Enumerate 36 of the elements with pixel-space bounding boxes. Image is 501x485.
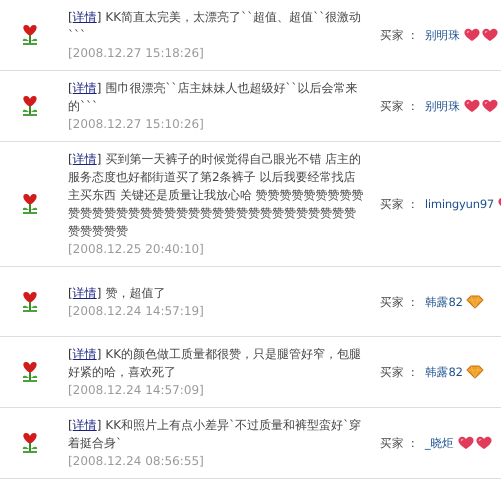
buyer-label: 买家 ：: [380, 294, 419, 310]
buyer-name-link[interactable]: 别明珠: [424, 26, 460, 44]
buyer-name-link[interactable]: limingyun97: [424, 195, 494, 213]
buyer-name-link[interactable]: 韩露82: [424, 292, 463, 310]
details-link[interactable]: 详情: [72, 81, 97, 95]
flower-icon: [20, 24, 40, 46]
review-text: [详情] KK的颜色做工质量都很赞，只是腿管好窄，包腿好紧的哈，喜欢死了: [68, 346, 362, 381]
buyer-name-link[interactable]: 别明珠: [424, 97, 460, 115]
review-text: [详情] KK简直太完美，太漂亮了``超值、超值``很激动```: [68, 9, 362, 44]
review-time: [2008.12.24 14:57:09]: [68, 382, 205, 399]
details-link[interactable]: 详情: [72, 418, 97, 432]
flower-icon: [20, 432, 40, 454]
details-link[interactable]: 详情: [72, 10, 97, 24]
review-time: [2008.12.24 14:57:19]: [68, 302, 205, 320]
review-time: [2008.12.25 20:40:10]: [68, 241, 205, 258]
flower-icon: [20, 193, 40, 215]
review-time: [2008.12.27 15:10:26]: [68, 116, 205, 133]
details-link[interactable]: 详情: [72, 347, 97, 361]
buyer-name-link[interactable]: 韩露82: [424, 363, 463, 381]
buyer-label: 买家 ：: [380, 27, 419, 44]
review-text: [详情] KK和照片上有点小差异`不过质量和裤型蛮好`穿着挺合身`: [68, 417, 362, 452]
details-link[interactable]: 详情: [72, 152, 97, 166]
buyer-label: 买家 ：: [380, 364, 419, 381]
review-text: [详情] 买到第一天裤子的时候觉得自己眼光不错 店主的服务态度也好都街道买了第2条裤子 以后我要经常找店主买东西 关键还是质量让我放心哈 赞赞赞赞赞赞赞赞赞赞赞赞赞赞赞赞赞赞赞赞赞赞赞赞赞赞赞赞赞赞赞赞赞赞赞赞赞赞: [68, 151, 365, 240]
buyer-label: 买家 ：: [380, 196, 419, 213]
flower-icon: [20, 361, 40, 383]
buyer-name-link[interactable]: _晓炬: [424, 434, 454, 452]
review-text: [详情] 赞，超值了: [68, 284, 166, 302]
flower-icon: [20, 95, 40, 117]
details-link[interactable]: 详情: [72, 286, 97, 300]
flower-icon: [20, 290, 40, 312]
buyer-label: 买家 ：: [380, 435, 419, 452]
review-time: [2008.12.27 15:18:26]: [68, 45, 205, 62]
review-text: [详情] 围巾很漂亮``店主妹妹人也超级好``以后会常来的```: [68, 80, 358, 115]
review-time: [2008.12.24 08:56:55]: [68, 453, 205, 470]
buyer-label: 买家 ：: [380, 98, 419, 115]
